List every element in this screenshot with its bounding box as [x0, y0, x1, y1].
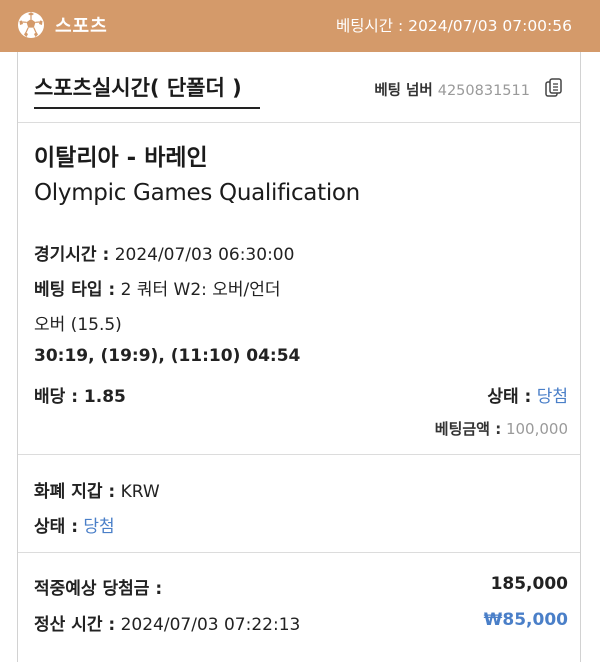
bet-type-value: 2 쿼터 W2: 오버/언더 [121, 280, 281, 300]
league-name: Olympic Games Qualification [34, 180, 360, 206]
bet-amount-label: 베팅금액 : [435, 420, 501, 438]
live-score: 30:19, (19:9), (11:10) 04:54 [34, 346, 300, 366]
divider [18, 552, 580, 553]
status2-badge: 당첨 [83, 517, 114, 537]
divider [18, 454, 580, 455]
app-title: 스포츠 [55, 12, 108, 38]
currency: 화폐 지갑 : KRW [34, 477, 160, 502]
bet-number: 베팅 넘버 4250831511 [374, 79, 530, 100]
status-label: 상태 : [487, 387, 531, 407]
expected-win-label: 적중예상 당첨금 : [34, 574, 162, 599]
expected-win-value: 185,000 [491, 574, 568, 594]
soccer-ball-icon [17, 11, 45, 39]
game-time-label: 경기시간 : [34, 245, 109, 265]
bet-card: 스포츠실시간( 단폴더 ) 베팅 넘버 4250831511 이탈리아 - 바레인… [17, 52, 581, 662]
currency-label: 화폐 지갑 : [34, 482, 115, 502]
copy-document-icon[interactable] [545, 78, 563, 98]
status: 상태 : 당첨 [487, 382, 568, 407]
profit-amount: ₩85,000 [484, 610, 568, 630]
bet-pick: 오버 (15.5) [34, 310, 122, 335]
game-time-value: 2024/07/03 06:30:00 [115, 245, 295, 265]
odds: 배당 : 1.85 [34, 382, 126, 407]
match-title: 이탈리아 - 바레인 [34, 138, 208, 172]
section-title: 스포츠실시간( 단폴더 ) [34, 72, 242, 102]
bet-number-value: 4250831511 [438, 83, 530, 99]
bet-number-label: 베팅 넘버 [374, 83, 432, 99]
settle-time-label: 정산 시간 : [34, 615, 115, 635]
status2-label: 상태 : [34, 517, 78, 537]
game-time: 경기시간 : 2024/07/03 06:30:00 [34, 240, 294, 265]
bet-amount-value: 100,000 [506, 420, 568, 438]
divider [18, 122, 580, 123]
bet-amount: 베팅금액 : 100,000 [435, 418, 568, 439]
settle-time-value: 2024/07/03 07:22:13 [121, 615, 301, 635]
currency-value: KRW [121, 482, 160, 502]
section-title-underline [34, 107, 260, 109]
bet-type: 베팅 타입 : 2 쿼터 W2: 오버/언더 [34, 275, 281, 300]
status-badge: 당첨 [537, 387, 568, 407]
app-header: 스포츠 베팅시간 : 2024/07/03 07:00:56 [0, 0, 600, 52]
status-2: 상태 : 당첨 [34, 512, 115, 537]
settle-time: 정산 시간 : 2024/07/03 07:22:13 [34, 610, 300, 635]
bet-type-label: 베팅 타입 : [34, 280, 115, 300]
bet-time: 베팅시간 : 2024/07/03 07:00:56 [336, 14, 572, 36]
